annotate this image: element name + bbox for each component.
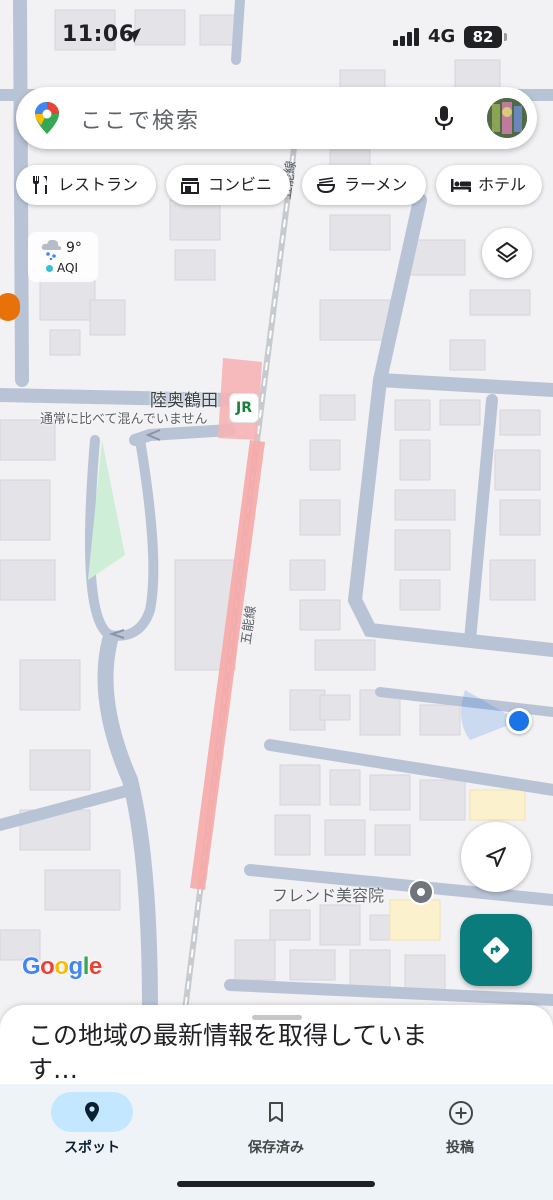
- google-watermark: Google: [22, 953, 102, 980]
- nav-label: 保存済み: [248, 1140, 304, 1156]
- nav-icon-wrap: [235, 1092, 317, 1132]
- nav-label: スポット: [64, 1140, 120, 1156]
- chip-label: レストラン: [58, 175, 139, 194]
- jr-station-icon[interactable]: JR: [229, 393, 259, 423]
- directions-button[interactable]: [460, 914, 532, 986]
- status-time: 11:06: [62, 22, 135, 47]
- network-type: 4G: [428, 26, 456, 47]
- search-bar[interactable]: ここで検索: [16, 87, 537, 149]
- nav-tab-saved[interactable]: 保存済み: [184, 1084, 368, 1174]
- hotel-icon: [451, 179, 471, 192]
- battery-icon: 82: [464, 26, 502, 48]
- chip-label: コンビニ: [208, 175, 273, 194]
- add-circle-icon: [449, 1101, 473, 1125]
- poi-label[interactable]: フレンド美容院: [272, 882, 384, 906]
- rain-cloud-icon: [41, 239, 62, 260]
- directions-icon: [483, 937, 509, 963]
- nav-label: 投稿: [446, 1140, 474, 1156]
- profile-avatar[interactable]: [487, 98, 527, 138]
- nav-tab-explore[interactable]: スポット: [0, 1084, 184, 1174]
- location-arrow-icon: [126, 28, 141, 43]
- poi-marker-icon[interactable]: [408, 879, 434, 905]
- google-maps-pin-icon: [35, 102, 59, 134]
- current-location-dot: [506, 708, 532, 734]
- nav-active-indicator: [51, 1092, 133, 1132]
- chip-ramen[interactable]: ラーメン: [302, 165, 426, 205]
- explore-pin-icon: [85, 1102, 99, 1122]
- chip-hotel[interactable]: ホテル: [436, 165, 542, 205]
- battery-tip: [504, 33, 507, 41]
- weather-widget[interactable]: 9° AQI: [28, 232, 98, 282]
- station-crowd-note: 通常に比べて混んでいません: [40, 412, 208, 427]
- aqi-label: AQI: [57, 261, 78, 275]
- chip-label: ラーメン: [344, 175, 408, 194]
- cafe-marker-icon[interactable]: [0, 293, 20, 321]
- store-icon: [181, 178, 199, 194]
- layers-button[interactable]: [482, 228, 532, 278]
- bookmark-icon: [269, 1102, 283, 1122]
- home-indicator[interactable]: [177, 1181, 375, 1187]
- layers-icon: [496, 242, 518, 263]
- chip-convenience-store[interactable]: コンビニ: [166, 165, 290, 205]
- signal-icon: [393, 28, 419, 46]
- nav-icon-wrap: [419, 1092, 501, 1132]
- chip-restaurant[interactable]: レストラン: [16, 165, 156, 205]
- microphone-icon[interactable]: [433, 104, 455, 132]
- status-bar: 11:06 4G 82: [0, 0, 553, 76]
- nav-tab-contribute[interactable]: 投稿: [368, 1084, 552, 1174]
- avatar-image-icon: [487, 98, 527, 138]
- sheet-message: この地域の最新情報を取得しています…: [28, 1021, 428, 1084]
- chip-label: ホテル: [478, 175, 527, 194]
- ramen-icon: [316, 177, 336, 194]
- my-location-button[interactable]: [461, 822, 531, 892]
- weather-temp: 9°: [66, 240, 82, 256]
- search-input[interactable]: ここで検索: [80, 103, 200, 135]
- navigation-arrow-icon: [486, 847, 506, 867]
- restaurant-icon: [33, 176, 47, 194]
- aqi-dot-icon: [46, 265, 53, 272]
